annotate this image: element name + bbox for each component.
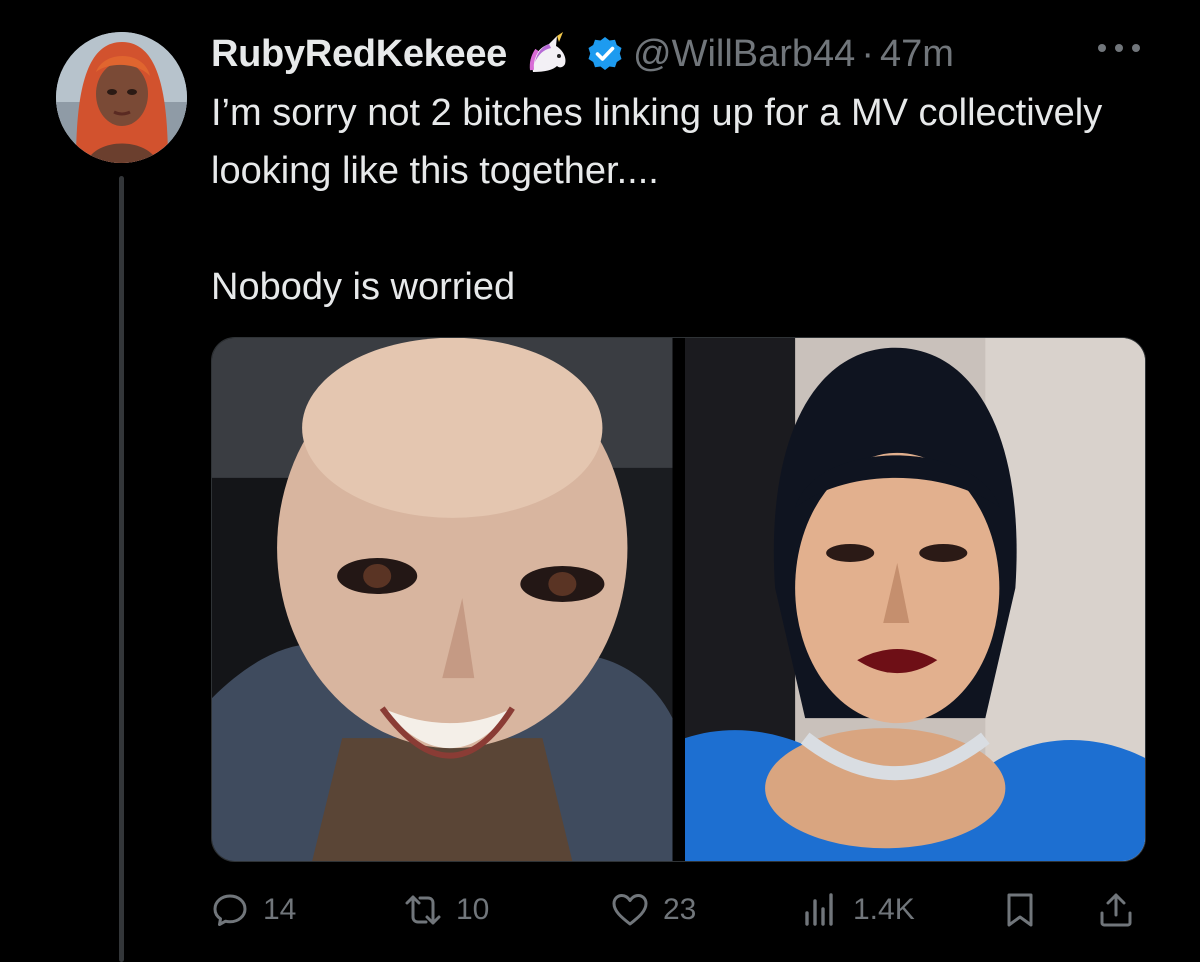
like-button[interactable]: 23	[611, 880, 696, 940]
verified-badge-icon[interactable]	[587, 36, 623, 72]
more-options-icon[interactable]	[1098, 38, 1140, 58]
reply-count: 14	[263, 893, 297, 926]
bookmark-button[interactable]	[1001, 880, 1039, 940]
repost-button[interactable]: 10	[404, 880, 489, 940]
reply-icon	[211, 891, 249, 929]
display-name[interactable]: RubyRedKekeee	[211, 33, 507, 76]
avatar-image	[56, 32, 187, 163]
media-photo-left[interactable]	[212, 338, 673, 861]
action-bar: 14 10 23 1.4K	[211, 880, 1151, 940]
share-button[interactable]	[1097, 880, 1135, 940]
user-handle[interactable]: @WillBarb44	[633, 33, 855, 76]
avatar[interactable]	[56, 32, 187, 163]
share-icon	[1097, 891, 1135, 929]
views-button[interactable]: 1.4K	[801, 880, 915, 940]
tweet-text: I’m sorry not 2 bitches linking up for a…	[211, 84, 1151, 316]
heart-icon	[611, 891, 649, 929]
media-photo-right[interactable]	[684, 338, 1145, 861]
tweet-view: RubyRedKekeee @WillBarb44 · 47m I’m sorr…	[0, 0, 1200, 962]
repost-count: 10	[456, 893, 490, 926]
views-chart-icon	[801, 891, 839, 929]
bookmark-icon	[1001, 891, 1039, 929]
media-grid	[211, 337, 1146, 862]
reply-button[interactable]: 14	[211, 880, 296, 940]
tweet-text-line-2: Nobody is worried	[211, 266, 516, 308]
like-count: 23	[663, 893, 697, 926]
unicorn-emoji-icon	[523, 32, 575, 76]
thread-line	[119, 176, 124, 962]
timestamp[interactable]: 47m	[880, 33, 954, 76]
tweet-header: RubyRedKekeee @WillBarb44 · 47m	[211, 28, 954, 80]
repost-icon	[404, 891, 442, 929]
views-count: 1.4K	[853, 893, 915, 926]
separator-dot: ·	[861, 32, 874, 75]
tweet-text-line-1: I’m sorry not 2 bitches linking up for a…	[211, 92, 1103, 192]
